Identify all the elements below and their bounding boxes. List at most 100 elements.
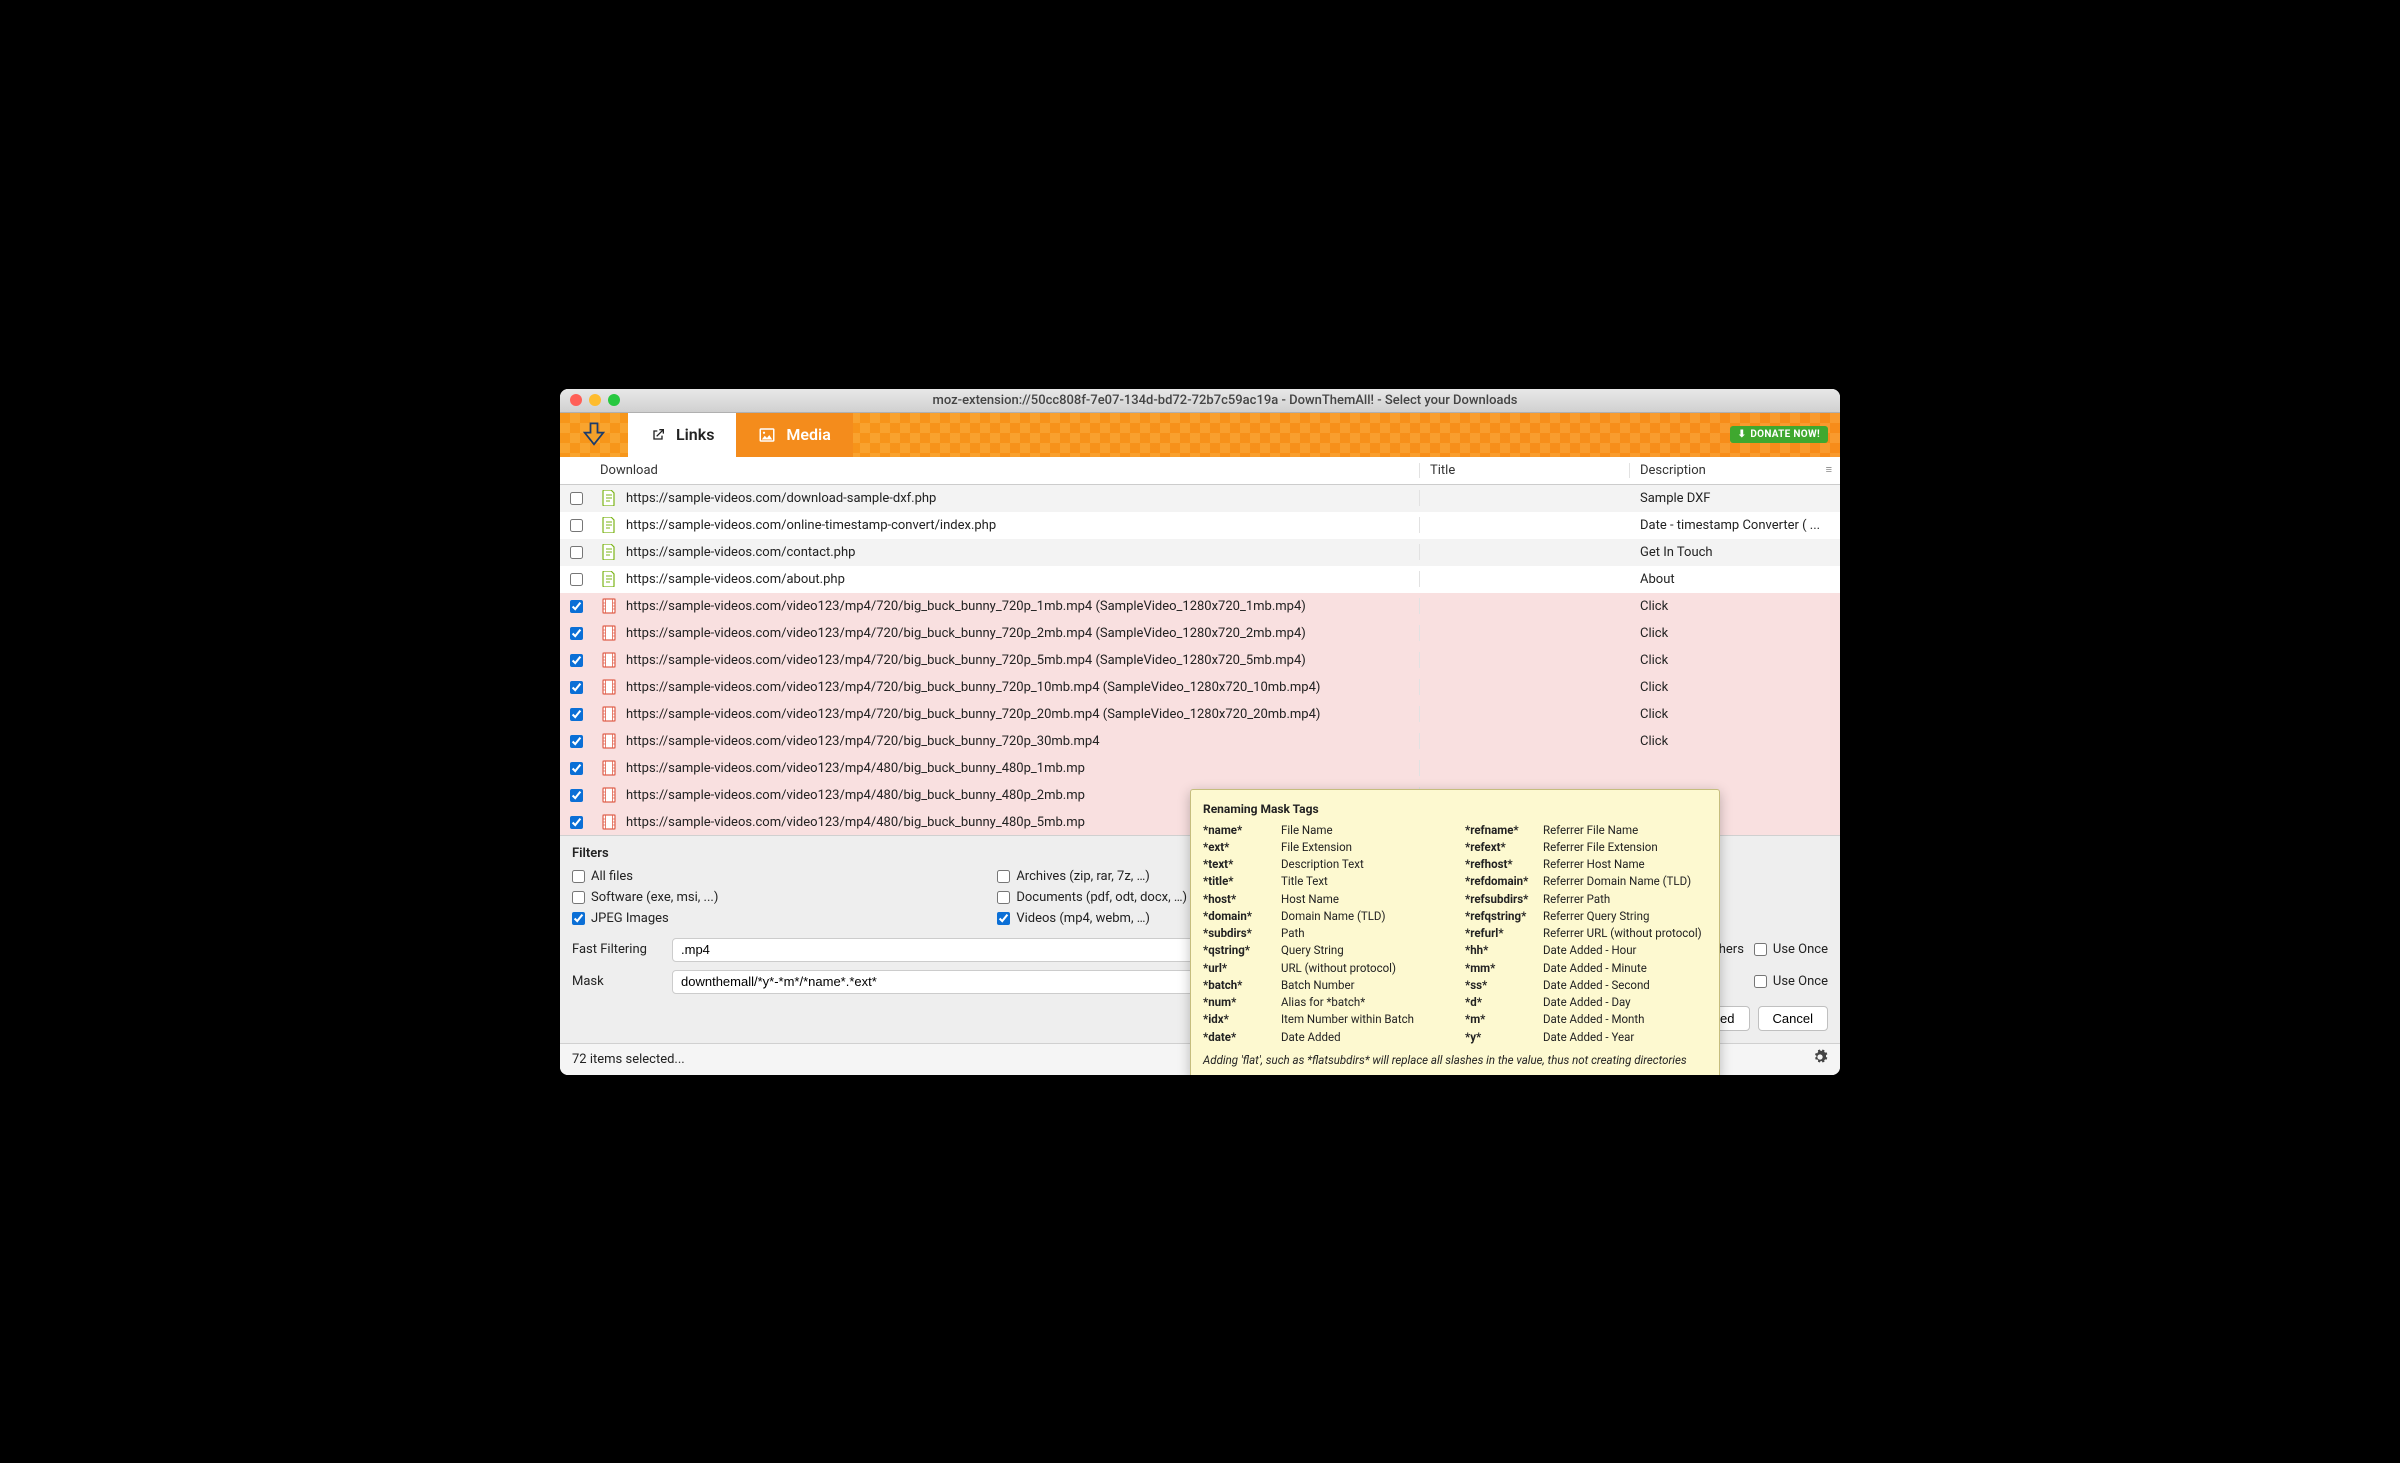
mask-label: Mask	[572, 974, 662, 989]
row-checkbox[interactable]	[570, 681, 583, 694]
tooltip-tag-row: *domain*Domain Name (TLD)	[1203, 908, 1445, 925]
filter-checkbox[interactable]	[997, 912, 1010, 925]
row-description: Get In Touch	[1630, 545, 1840, 560]
row-url: https://sample-videos.com/video123/mp4/7…	[626, 734, 1100, 749]
maximize-window-button[interactable]	[608, 394, 620, 406]
tooltip-tag: *refsubdirs*	[1465, 891, 1543, 908]
window-title: moz-extension://50cc808f-7e07-134d-bd72-…	[620, 393, 1830, 408]
row-checkbox[interactable]	[570, 789, 583, 802]
titlebar: moz-extension://50cc808f-7e07-134d-bd72-…	[560, 389, 1840, 413]
tooltip-tag-desc: Batch Number	[1281, 977, 1354, 994]
tooltip-tag-desc: Date Added	[1281, 1029, 1341, 1046]
row-checkbox[interactable]	[570, 708, 583, 721]
column-download-header[interactable]: Download	[592, 463, 1420, 478]
tooltip-tag-desc: Date Added - Year	[1543, 1029, 1634, 1046]
tooltip-tag-row: *d*Date Added - Day	[1465, 994, 1707, 1011]
tooltip-tag-row: *date*Date Added	[1203, 1029, 1445, 1046]
tooltip-tag-desc: Referrer Query String	[1543, 908, 1649, 925]
filter-item[interactable]: All files	[572, 869, 977, 884]
table-row[interactable]: https://sample-videos.com/video123/mp4/7…	[560, 647, 1840, 674]
column-title-header[interactable]: Title	[1420, 463, 1630, 478]
tooltip-tag: *refhost*	[1465, 856, 1543, 873]
row-url: https://sample-videos.com/video123/mp4/4…	[626, 788, 1085, 803]
row-url: https://sample-videos.com/video123/mp4/7…	[626, 626, 1306, 641]
table-row[interactable]: https://sample-videos.com/about.phpAbout	[560, 566, 1840, 593]
tooltip-tag-desc: Date Added - Minute	[1543, 960, 1647, 977]
table-row[interactable]: https://sample-videos.com/video123/mp4/7…	[560, 701, 1840, 728]
tooltip-tag-row: *title*Title Text	[1203, 873, 1445, 890]
tooltip-tag: *d*	[1465, 994, 1543, 1011]
row-checkbox[interactable]	[570, 654, 583, 667]
tooltip-tag-desc: Date Added - Hour	[1543, 942, 1636, 959]
filter-checkbox[interactable]	[997, 891, 1010, 904]
tooltip-tag: *refqstring*	[1465, 908, 1543, 925]
column-menu-icon[interactable]: ≡	[1826, 463, 1832, 476]
video-file-icon	[602, 814, 620, 830]
tab-media[interactable]: Media	[736, 413, 852, 457]
tooltip-tag: *m*	[1465, 1011, 1543, 1028]
row-checkbox[interactable]	[570, 546, 583, 559]
row-url: https://sample-videos.com/video123/mp4/4…	[626, 761, 1085, 776]
tooltip-tag-desc: Referrer URL (without protocol)	[1543, 925, 1702, 942]
table-row[interactable]: https://sample-videos.com/video123/mp4/7…	[560, 674, 1840, 701]
tooltip-tag-row: *refurl*Referrer URL (without protocol)	[1465, 925, 1707, 942]
tooltip-tag-row: *refname*Referrer File Name	[1465, 822, 1707, 839]
row-checkbox[interactable]	[570, 816, 583, 829]
row-checkbox[interactable]	[570, 600, 583, 613]
row-checkbox[interactable]	[570, 492, 583, 505]
tab-links[interactable]: Links	[628, 413, 736, 457]
tooltip-tag-row: *y*Date Added - Year	[1465, 1029, 1707, 1046]
table-row[interactable]: https://sample-videos.com/video123/mp4/7…	[560, 620, 1840, 647]
table-row[interactable]: https://sample-videos.com/online-timesta…	[560, 512, 1840, 539]
row-url: https://sample-videos.com/video123/mp4/4…	[626, 815, 1085, 830]
tooltip-tag-row: *ext*File Extension	[1203, 839, 1445, 856]
row-checkbox[interactable]	[570, 519, 583, 532]
tooltip-tag-row: *num*Alias for *batch*	[1203, 994, 1445, 1011]
tooltip-tag: *refurl*	[1465, 925, 1543, 942]
table-row[interactable]: https://sample-videos.com/video123/mp4/7…	[560, 593, 1840, 620]
video-file-icon	[602, 625, 620, 641]
tooltip-tag-row: *mm*Date Added - Minute	[1465, 960, 1707, 977]
table-row[interactable]: https://sample-videos.com/contact.phpGet…	[560, 539, 1840, 566]
tooltip-tag-row: *ss*Date Added - Second	[1465, 977, 1707, 994]
document-file-icon	[602, 571, 620, 587]
row-description: Click	[1630, 707, 1840, 722]
app-window: moz-extension://50cc808f-7e07-134d-bd72-…	[560, 389, 1840, 1075]
tooltip-tag: *num*	[1203, 994, 1281, 1011]
table-row[interactable]: https://sample-videos.com/video123/mp4/4…	[560, 755, 1840, 782]
renaming-mask-tooltip: Renaming Mask Tags *name*File Name*ext*F…	[1190, 789, 1720, 1075]
filter-checkbox[interactable]	[572, 912, 585, 925]
settings-gear-icon[interactable]	[1812, 1049, 1828, 1069]
row-checkbox[interactable]	[570, 762, 583, 775]
tooltip-tag: *name*	[1203, 822, 1281, 839]
tooltip-tag: *date*	[1203, 1029, 1281, 1046]
filter-checkbox[interactable]	[572, 870, 585, 883]
close-window-button[interactable]	[570, 394, 582, 406]
row-checkbox[interactable]	[570, 573, 583, 586]
tooltip-tag-row: *batch*Batch Number	[1203, 977, 1445, 994]
filter-item[interactable]: JPEG Images	[572, 911, 977, 926]
filter-checkbox[interactable]	[997, 870, 1010, 883]
fast-filter-use-once-checkbox[interactable]	[1754, 943, 1767, 956]
column-description-header[interactable]: Description ≡	[1630, 463, 1840, 478]
video-file-icon	[602, 679, 620, 695]
filter-item[interactable]: Software (exe, msi, ...)	[572, 890, 977, 905]
table-body[interactable]: https://sample-videos.com/download-sampl…	[560, 485, 1840, 835]
tooltip-tag: *refdomain*	[1465, 873, 1543, 890]
table-row[interactable]: https://sample-videos.com/video123/mp4/7…	[560, 728, 1840, 755]
tooltip-tag-row: *hh*Date Added - Hour	[1465, 942, 1707, 959]
mask-use-once-checkbox[interactable]	[1754, 975, 1767, 988]
filter-label: JPEG Images	[591, 911, 669, 926]
row-checkbox[interactable]	[570, 735, 583, 748]
row-checkbox[interactable]	[570, 627, 583, 640]
donate-button[interactable]: ⬇ Donate Now!	[1730, 426, 1828, 443]
minimize-window-button[interactable]	[589, 394, 601, 406]
filter-checkbox[interactable]	[572, 891, 585, 904]
cancel-button[interactable]: Cancel	[1758, 1006, 1828, 1031]
tooltip-tag-row: *text*Description Text	[1203, 856, 1445, 873]
tooltip-tag-row: *refsubdirs*Referrer Path	[1465, 891, 1707, 908]
tooltip-tag: *idx*	[1203, 1011, 1281, 1028]
traffic-lights	[570, 394, 620, 406]
table-row[interactable]: https://sample-videos.com/download-sampl…	[560, 485, 1840, 512]
row-url: https://sample-videos.com/download-sampl…	[626, 491, 936, 506]
